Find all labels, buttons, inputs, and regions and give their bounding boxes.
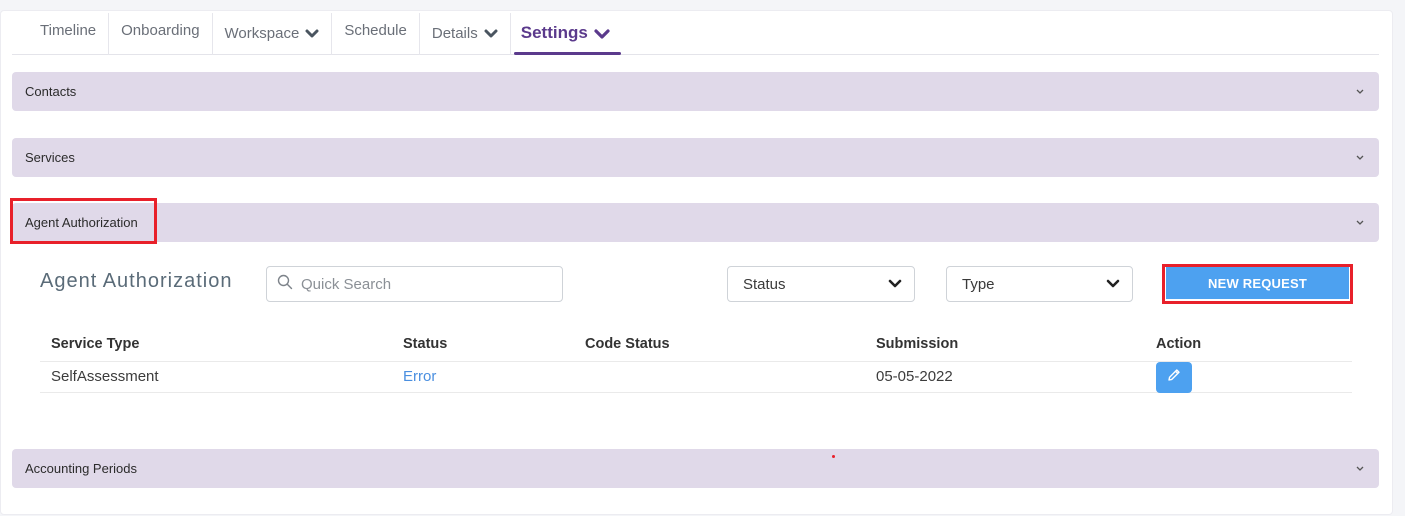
column-header: Status	[403, 336, 448, 352]
tab-label: Settings	[520, 23, 588, 42]
search-input[interactable]	[301, 275, 541, 293]
tab-details[interactable]: Details	[420, 13, 511, 55]
edit-button[interactable]	[1156, 362, 1192, 393]
annotation-dot	[832, 455, 835, 458]
status-select[interactable]: Status	[727, 266, 915, 302]
accordion-accounting-periods[interactable]: Accounting Periods	[12, 449, 1379, 488]
tab-schedule[interactable]: Schedule	[332, 13, 420, 55]
table-header: Service Type Status Code Status Submissi…	[40, 336, 1352, 362]
column-header: Submission	[876, 336, 959, 352]
table-row: SelfAssessment Error 05-05-2022	[40, 362, 1352, 393]
tab-settings[interactable]: Settings	[511, 13, 621, 55]
chevron-down-icon	[1355, 88, 1365, 96]
submission-cell: 05-05-2022	[876, 368, 953, 385]
accordion-title: Accounting Periods	[25, 461, 138, 476]
chevron-down-icon	[305, 29, 319, 39]
accordion-agent-authorization[interactable]: Agent Authorization	[12, 203, 1379, 242]
chevron-down-icon	[594, 29, 610, 39]
panel-title: Agent Authorization	[40, 270, 233, 292]
quick-search[interactable]	[266, 266, 563, 302]
column-header: Code Status	[585, 336, 670, 352]
tab-label: Details	[431, 24, 478, 42]
tab-timeline[interactable]: Timeline	[12, 13, 110, 55]
chevron-down-icon	[1355, 465, 1365, 473]
column-header: Service Type	[51, 336, 140, 352]
tab-label: Schedule	[344, 21, 407, 39]
status-select-value: Status	[743, 275, 786, 293]
service-type-cell: SelfAssessment	[51, 368, 159, 385]
column-header: Action	[1156, 336, 1202, 352]
tab-onboarding[interactable]: Onboarding	[109, 13, 213, 55]
accordion-title: Services	[25, 150, 75, 165]
pencil-icon	[1166, 367, 1182, 388]
new-request-button[interactable]: NEW REQUEST	[1166, 267, 1349, 299]
tab-label: Onboarding	[121, 21, 200, 39]
accordion-contacts[interactable]: Contacts	[12, 72, 1379, 111]
accordion-title: Contacts	[25, 84, 77, 99]
search-icon	[277, 274, 293, 295]
accordion-services[interactable]: Services	[12, 138, 1379, 177]
type-select-value: Type	[962, 275, 995, 293]
chevron-down-icon	[1106, 276, 1120, 293]
accordion-title: Agent Authorization	[25, 215, 138, 230]
chevron-down-icon	[1355, 219, 1365, 227]
tab-workspace[interactable]: Workspace	[213, 13, 333, 55]
status-cell[interactable]: Error	[403, 368, 436, 385]
chevron-down-icon	[484, 29, 498, 39]
type-select[interactable]: Type	[946, 266, 1133, 302]
chevron-down-icon	[1355, 154, 1365, 162]
tab-bar: Timeline Onboarding Workspace Schedule D…	[12, 13, 1379, 55]
tab-label: Timeline	[40, 21, 97, 39]
tab-label: Workspace	[224, 24, 300, 42]
chevron-down-icon	[888, 276, 902, 293]
